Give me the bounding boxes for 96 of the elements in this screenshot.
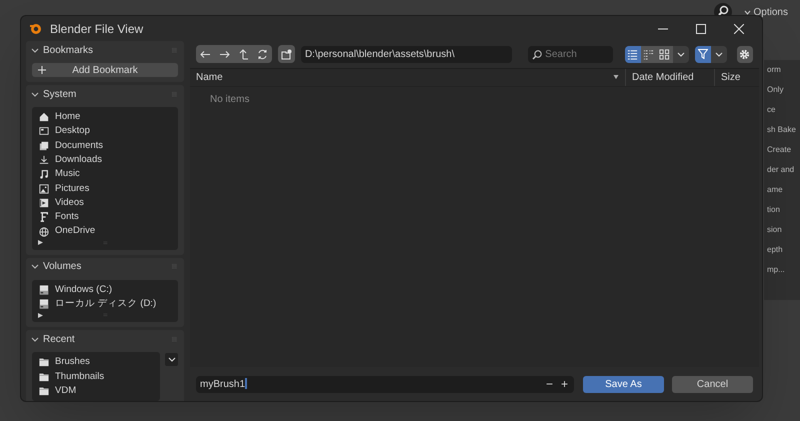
column-header[interactable]: Date Modified xyxy=(632,70,694,85)
panel-header[interactable]: Bookmarks xyxy=(31,42,94,58)
thumbnails-button[interactable] xyxy=(656,46,673,62)
grid-icon xyxy=(659,48,670,60)
panel-label: ce xyxy=(767,104,776,115)
settings-icon xyxy=(739,48,750,60)
sidebar-item[interactable]: Pictures xyxy=(32,181,178,196)
maximize-icon xyxy=(696,24,706,34)
path-field[interactable]: D:\personal\blender\assets\brush\ xyxy=(300,46,512,62)
sidebar-item[interactable]: Videos xyxy=(32,196,178,210)
sidebar-item[interactable]: Thumbnails xyxy=(32,370,160,384)
up-arrow-icon xyxy=(238,48,248,60)
sidebar-item[interactable]: Brushes xyxy=(32,355,160,370)
vertical-list-button[interactable] xyxy=(624,46,641,62)
panel-label: ame xyxy=(767,184,784,195)
recent-dropdown-button[interactable] xyxy=(165,353,178,366)
sidebar-item[interactable]: Desktop xyxy=(32,124,178,139)
panel-label: mp... xyxy=(767,264,786,275)
panel-label: sh Bake xyxy=(767,124,797,135)
list-icon xyxy=(627,48,638,60)
panel-label: Create xyxy=(767,144,792,155)
chevron-icon xyxy=(744,10,751,14)
picture-icon xyxy=(39,184,49,194)
expand-arrow-icon xyxy=(38,312,43,318)
chevron-icon xyxy=(31,264,39,270)
sidebar-item[interactable]: Home xyxy=(32,110,178,124)
panel-label: Only xyxy=(767,84,784,95)
panel-label: sion xyxy=(767,224,783,235)
empty-message: No items xyxy=(210,93,250,107)
panel-header[interactable]: System xyxy=(31,86,76,102)
sidebar-item[interactable]: Fonts xyxy=(32,210,178,224)
drag-handle-icon xyxy=(170,336,179,342)
drive-icon xyxy=(39,284,49,295)
download-icon xyxy=(39,155,49,166)
chevron-icon xyxy=(31,336,39,342)
add-bookmark-button[interactable]: Add Bookmark xyxy=(32,63,178,77)
sidebar-item[interactable]: Downloads xyxy=(32,152,178,168)
chevron-icon xyxy=(31,92,39,96)
filter-toggle[interactable] xyxy=(694,46,711,62)
horizontal-list-button[interactable] xyxy=(640,46,657,62)
expand-arrow-icon xyxy=(38,240,43,246)
funnel-icon xyxy=(698,49,708,59)
chevron-icon xyxy=(168,357,176,362)
panel-header[interactable]: Volumes xyxy=(31,259,82,274)
save-button[interactable]: Save As xyxy=(583,376,664,392)
left-arrow-icon xyxy=(200,50,211,58)
increment-button[interactable]: + xyxy=(558,378,570,390)
documents-icon xyxy=(39,140,49,151)
cancel-button[interactable]: Cancel xyxy=(672,376,753,392)
sidebar-item[interactable]: Music xyxy=(32,167,178,182)
options-menu[interactable]: Options xyxy=(744,4,788,20)
settings-button[interactable] xyxy=(736,46,753,62)
chevron-icon xyxy=(714,52,723,56)
panel-label: der and xyxy=(767,164,796,175)
sidebar-item[interactable]: OneDrive xyxy=(32,224,178,239)
sidebar-item[interactable]: Windows (C:) xyxy=(32,282,178,297)
sidebar-item[interactable]: VDM xyxy=(32,384,160,398)
sort-arrow-icon xyxy=(613,75,619,80)
panel-label: tion xyxy=(767,204,781,215)
search-field[interactable]: Search xyxy=(528,46,613,62)
folder-icon xyxy=(39,357,49,368)
close-icon xyxy=(734,24,744,34)
right-arrow-icon xyxy=(219,50,230,58)
new-folder-icon xyxy=(280,48,292,60)
resize-handle-icon xyxy=(100,240,110,245)
filename-field[interactable]: myBrush1 − + xyxy=(196,376,574,392)
new-folder-button[interactable] xyxy=(278,45,295,63)
drag-handle-icon xyxy=(170,48,179,52)
sidebar-item[interactable]: ローカル ディスク (D:) xyxy=(32,296,178,312)
plus-icon xyxy=(38,66,46,74)
sidebar-item[interactable]: Documents xyxy=(32,138,178,153)
panel-label: orm xyxy=(767,64,782,75)
chevron-icon xyxy=(676,52,685,56)
panel-label: epth xyxy=(767,244,784,255)
drive-icon xyxy=(39,299,49,310)
column-header[interactable]: Name xyxy=(196,70,223,85)
panel-header[interactable]: Recent xyxy=(31,332,75,347)
globe-icon xyxy=(39,226,49,237)
chevron-icon xyxy=(31,48,39,52)
window-title: Blender File View xyxy=(50,20,144,38)
refresh-icon xyxy=(257,48,268,60)
folder-icon xyxy=(39,386,49,396)
search-icon xyxy=(532,50,542,60)
decrement-button[interactable]: − xyxy=(544,378,555,390)
desktop-icon xyxy=(39,126,49,136)
home-icon xyxy=(39,112,49,122)
compact-list-icon xyxy=(643,48,654,60)
app-logo-icon xyxy=(29,22,42,35)
resize-handle-icon xyxy=(100,313,110,318)
film-icon xyxy=(39,198,49,208)
font-icon xyxy=(39,212,49,222)
music-note-icon xyxy=(39,169,49,180)
folder-icon xyxy=(39,372,49,382)
column-header[interactable]: Size xyxy=(721,70,740,85)
drag-handle-icon xyxy=(170,92,179,96)
drag-handle-icon xyxy=(170,264,179,270)
